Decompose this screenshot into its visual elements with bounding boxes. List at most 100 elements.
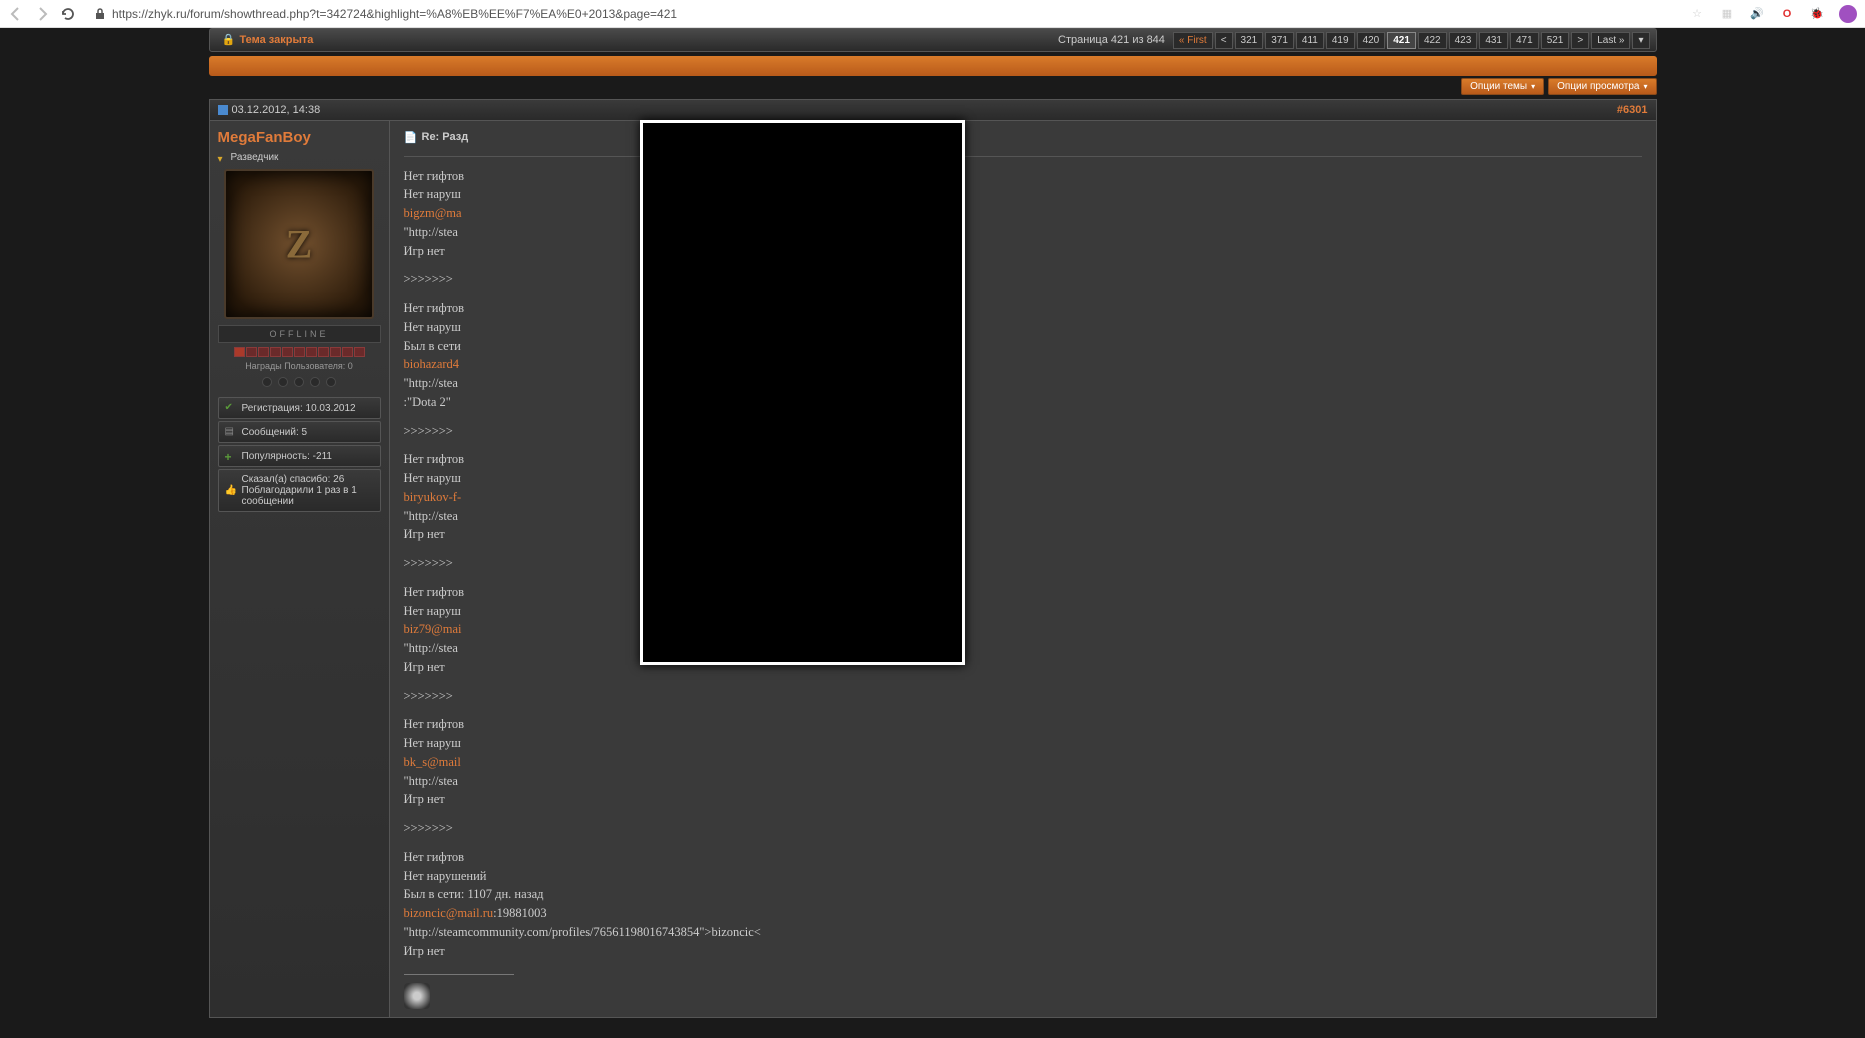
thread-options-row: Опции темы ▾ Опции просмотра ▾ bbox=[209, 78, 1657, 95]
reload-button[interactable] bbox=[60, 6, 76, 22]
separator: >>>>>>> bbox=[404, 422, 1642, 441]
post-title-row: 📄 Re: Разд bbox=[404, 129, 1642, 146]
topic-options-button[interactable]: Опции темы ▾ bbox=[1461, 78, 1544, 95]
line: "http://stea bbox=[404, 374, 1642, 393]
extension-icon-1[interactable]: ▦ bbox=[1719, 6, 1735, 22]
email-link[interactable]: biohazard4 bbox=[404, 357, 460, 371]
email-link[interactable]: bk_s@mail bbox=[404, 755, 461, 769]
extension-icon-3[interactable]: O bbox=[1779, 6, 1795, 22]
user-panel: MegaFanBoy ▾ Разведчик OFFLINE Награды П… bbox=[210, 121, 390, 1017]
extension-icon-4[interactable]: 🐞 bbox=[1809, 6, 1825, 22]
reputation-bar bbox=[218, 347, 381, 357]
page-prev[interactable]: < bbox=[1215, 32, 1233, 49]
closed-lock-icon: 🔒 bbox=[222, 33, 236, 47]
line: Игр нет bbox=[404, 242, 1642, 261]
page-420[interactable]: 420 bbox=[1357, 32, 1386, 49]
page-419[interactable]: 419 bbox=[1326, 32, 1355, 49]
line: "http://stea bbox=[404, 639, 1642, 658]
line: "http://stea bbox=[404, 223, 1642, 242]
line: Нет наруш bbox=[404, 185, 1642, 204]
posts-icon: ▤ bbox=[225, 426, 237, 438]
line: Нет наруш bbox=[404, 469, 1642, 488]
modal-overlay[interactable] bbox=[640, 120, 965, 665]
page-321[interactable]: 321 bbox=[1235, 32, 1264, 49]
line: Был в сети: 1107 дн. назад bbox=[404, 885, 1642, 904]
line: Нет наруш bbox=[404, 734, 1642, 753]
post-header: 03.12.2012, 14:38 ##63016301 bbox=[209, 99, 1657, 121]
line: Игр нет bbox=[404, 525, 1642, 544]
view-options-button[interactable]: Опции просмотра ▾ bbox=[1548, 78, 1656, 95]
line: Игр нет bbox=[404, 658, 1642, 677]
line: Нет гифтов bbox=[404, 299, 1642, 318]
line: "http://stea bbox=[404, 772, 1642, 791]
line: "http://steaf-a< bbox=[404, 507, 1642, 526]
page-521[interactable]: 521 bbox=[1541, 32, 1570, 49]
line: Нет наруш bbox=[404, 602, 1642, 621]
caret-icon: ▾ bbox=[1643, 82, 1647, 91]
browser-toolbar: https://zhyk.ru/forum/showthread.php?t=3… bbox=[0, 0, 1865, 28]
line: Игр нет bbox=[404, 790, 1642, 809]
thanks-icon: 👍 bbox=[225, 485, 237, 497]
page-next[interactable]: > bbox=[1571, 32, 1589, 49]
stat-thanks-text: Сказал(а) спасибо: 26Поблагодарили 1 раз… bbox=[242, 474, 374, 507]
browser-actions: ☆ ▦ 🔊 O 🐞 bbox=[1689, 5, 1857, 23]
star-icon[interactable]: ☆ bbox=[1689, 6, 1705, 22]
page-first[interactable]: « First bbox=[1173, 32, 1213, 49]
user-rank: ▾ Разведчик bbox=[218, 152, 381, 163]
page-info: Страница 421 из 844 bbox=[1058, 34, 1165, 46]
line: Нет наруш bbox=[404, 318, 1642, 337]
post-date-text: 03.12.2012, 14:38 bbox=[232, 104, 321, 116]
plus-icon: + bbox=[225, 450, 237, 462]
url-text: https://zhyk.ru/forum/showthread.php?t=3… bbox=[112, 7, 1671, 21]
back-button[interactable] bbox=[8, 6, 24, 22]
view-options-label: Опции просмотра bbox=[1557, 81, 1639, 92]
email-link[interactable]: bizoncic@mail.ru bbox=[404, 906, 494, 920]
thread-closed-label: 🔒 Тема закрыта bbox=[216, 31, 320, 49]
stat-popularity: + Популярность: -211 bbox=[218, 445, 381, 467]
check-icon: ✔ bbox=[225, 402, 237, 414]
signature-divider bbox=[404, 974, 514, 975]
line: :"Dota 2" bbox=[404, 393, 1642, 412]
stat-pop-text: Популярность: -211 bbox=[242, 451, 332, 462]
lock-icon bbox=[94, 8, 106, 20]
line: Нет гифтов bbox=[404, 583, 1642, 602]
stat-posts: ▤Сообщений: 5 bbox=[218, 421, 381, 443]
stat-reg: ✔ Регистрация: 10.03.2012 bbox=[218, 397, 381, 419]
topic-options-label: Опции темы bbox=[1470, 81, 1527, 92]
page-last[interactable]: Last » bbox=[1591, 32, 1630, 49]
email-link[interactable]: bigzm@ma bbox=[404, 206, 462, 220]
page-411[interactable]: 411 bbox=[1296, 32, 1324, 49]
address-bar[interactable]: https://zhyk.ru/forum/showthread.php?t=3… bbox=[86, 7, 1679, 21]
line: Был в сети bbox=[404, 337, 1642, 356]
page-431[interactable]: 431 bbox=[1479, 32, 1508, 49]
post-title-text: Re: Разд bbox=[422, 129, 469, 146]
email-link[interactable]: biryukov-f- bbox=[404, 490, 462, 504]
page-current: 421 bbox=[1387, 32, 1416, 49]
awards-label: Награды Пользователя: 0 bbox=[218, 361, 381, 371]
page-471[interactable]: 471 bbox=[1510, 32, 1539, 49]
post-number-link[interactable]: ##63016301 bbox=[1617, 104, 1648, 116]
user-avatar[interactable] bbox=[224, 169, 374, 319]
page-423[interactable]: 423 bbox=[1449, 32, 1478, 49]
forward-button[interactable] bbox=[34, 6, 50, 22]
page-371[interactable]: 371 bbox=[1265, 32, 1294, 49]
signature-image bbox=[404, 983, 430, 1009]
page-menu[interactable]: ▾ bbox=[1632, 32, 1649, 49]
pagination-top: Страница 421 из 844 « First < 321 371 41… bbox=[1058, 32, 1650, 49]
extension-icon-2[interactable]: 🔊 bbox=[1749, 6, 1765, 22]
rank-label: Разведчик bbox=[231, 152, 279, 163]
caret-icon: ▾ bbox=[1531, 82, 1535, 91]
stat-reg-text: Регистрация: 10.03.2012 bbox=[242, 403, 356, 414]
stat-thanks: 👍 Сказал(а) спасибо: 26Поблагодарили 1 ра… bbox=[218, 469, 381, 512]
post-body: MegaFanBoy ▾ Разведчик OFFLINE Награды П… bbox=[209, 121, 1657, 1018]
award-slots bbox=[218, 377, 381, 387]
post-date: 03.12.2012, 14:38 bbox=[218, 104, 321, 116]
line: Нет гифтов bbox=[404, 167, 1642, 186]
title-divider bbox=[404, 156, 1642, 157]
email-link[interactable]: biz79@mai bbox=[404, 622, 462, 636]
page-422[interactable]: 422 bbox=[1418, 32, 1447, 49]
separator: >>>>>>> bbox=[404, 270, 1642, 289]
profile-icon[interactable] bbox=[1839, 5, 1857, 23]
post-status-icon bbox=[218, 105, 228, 115]
username-link[interactable]: MegaFanBoy bbox=[218, 129, 381, 146]
